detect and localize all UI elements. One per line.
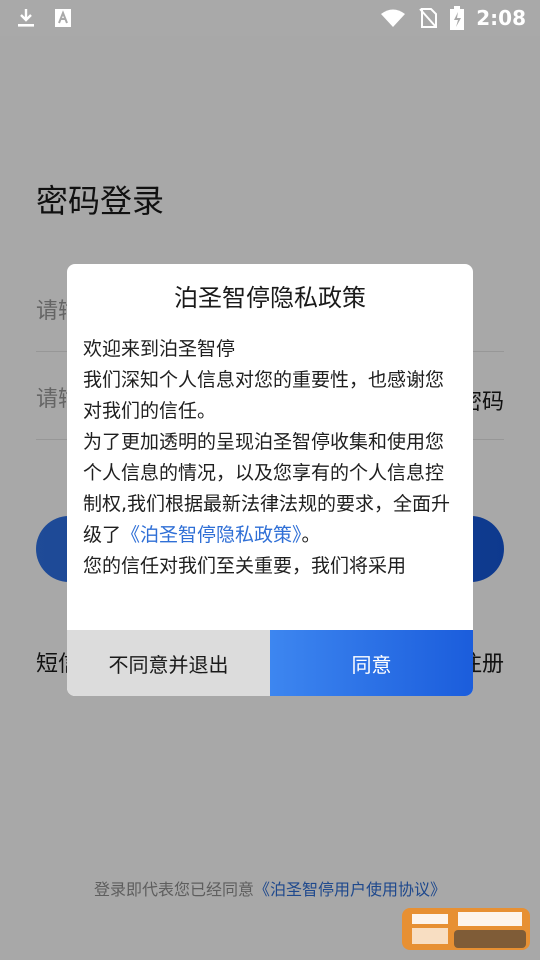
status-time: 2:08 xyxy=(476,6,526,30)
dialog-paragraph: 为了更加透明的呈现泊圣智停收集和使用您个人信息的情况，以及您享有的个人信息控制权… xyxy=(83,427,457,551)
dialog-paragraph: 我们深知个人信息对您的重要性，也感谢您对我们的信任。 xyxy=(83,369,445,422)
privacy-policy-link[interactable]: 《泊圣智停隐私政策》 xyxy=(121,524,302,546)
no-sim-icon xyxy=(418,7,438,29)
privacy-dialog: 泊圣智停隐私政策 欢迎来到泊圣智停 我们深知个人信息对您的重要性，也感谢您对我们… xyxy=(67,264,473,696)
dialog-title: 泊圣智停隐私政策 xyxy=(174,284,366,312)
battery-charging-icon xyxy=(450,6,465,30)
download-icon xyxy=(16,7,36,29)
dialog-paragraph: 您的信任对我们至关重要，我们将采用 xyxy=(83,555,407,577)
text-a-icon xyxy=(54,8,72,28)
dialog-paragraph: 欢迎来到泊圣智停 xyxy=(83,338,236,360)
agree-button[interactable]: 同意 xyxy=(270,630,473,696)
dialog-buttons: 不同意并退出 同意 xyxy=(67,630,473,696)
dialog-body[interactable]: 欢迎来到泊圣智停 我们深知个人信息对您的重要性，也感谢您对我们的信任。 为了更加… xyxy=(83,334,457,620)
watermark-logo xyxy=(400,904,532,954)
dialog-paragraph-text: 。 xyxy=(301,524,321,546)
status-bar: 2:08 xyxy=(0,0,540,36)
disagree-exit-button[interactable]: 不同意并退出 xyxy=(67,630,270,696)
wifi-icon xyxy=(380,8,406,28)
